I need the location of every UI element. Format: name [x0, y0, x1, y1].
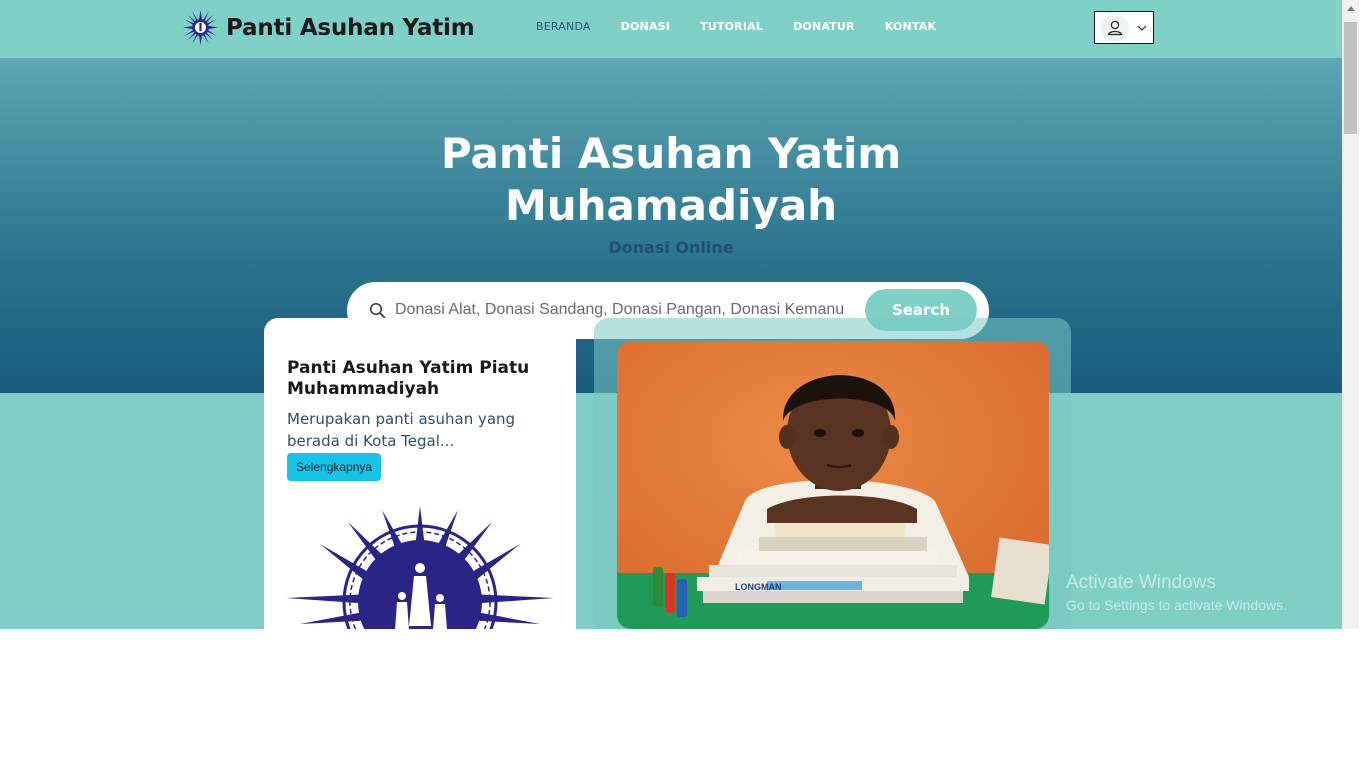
- photo-illustration: LONGMAN: [617, 341, 1049, 629]
- nav-tutorial[interactable]: TUTORIAL: [700, 20, 763, 33]
- hero-title-line1: Panti Asuhan Yatim: [440, 129, 902, 178]
- nav-donasi[interactable]: DONASI: [621, 20, 670, 33]
- scroll-thumb[interactable]: [1344, 22, 1357, 134]
- scroll-up-icon[interactable]: [1347, 6, 1355, 11]
- activate-windows-watermark: Activate Windows Go to Settings to activ…: [1066, 572, 1287, 613]
- nav-donatur[interactable]: DONATUR: [793, 20, 855, 33]
- book-spine-label: LONGMAN: [735, 582, 782, 592]
- read-more-button[interactable]: Selengkapnya: [287, 453, 382, 481]
- search-icon: [369, 302, 386, 319]
- hero-title-line2: Muhamadiyah: [504, 181, 838, 230]
- nav-beranda[interactable]: BERANDA: [536, 20, 591, 33]
- orphanage-info-card: Panti Asuhan Yatim Piatu Muhammadiyah Me…: [264, 318, 576, 629]
- hero-title: Panti Asuhan Yatim Muhamadiyah: [0, 128, 1342, 232]
- muhammadiyah-sun-icon: [182, 9, 219, 46]
- avatar: [1101, 14, 1129, 42]
- user-icon: [1107, 20, 1123, 36]
- top-navbar: Panti Asuhan Yatim BERANDA DONASI TUTORI…: [0, 0, 1342, 58]
- card-description: Merupakan panti asuhan yang berada di Ko…: [287, 410, 516, 450]
- featured-photo-card: LONGMAN: [594, 318, 1071, 629]
- chevron-down-icon: [1137, 25, 1147, 31]
- main-nav: BERANDA DONASI TUTORIAL DONATUR KONTAK: [536, 20, 966, 33]
- page-viewport: Panti Asuhan Yatim BERANDA DONASI TUTORI…: [0, 0, 1342, 629]
- brand[interactable]: Panti Asuhan Yatim: [182, 9, 475, 46]
- nav-kontak[interactable]: KONTAK: [885, 20, 936, 33]
- card-title: Panti Asuhan Yatim Piatu Muhammadiyah: [287, 358, 530, 399]
- brand-name: Panti Asuhan Yatim: [226, 14, 475, 41]
- child-with-books-photo: LONGMAN: [617, 341, 1049, 629]
- vertical-scrollbar[interactable]: [1342, 0, 1359, 629]
- hero-subtitle: Donasi Online: [608, 238, 734, 257]
- watermark-title: Activate Windows: [1066, 572, 1216, 593]
- user-menu-button[interactable]: [1094, 11, 1154, 44]
- orphanage-logo: [286, 506, 554, 629]
- watermark-subtitle: Go to Settings to activate Windows.: [1066, 597, 1287, 613]
